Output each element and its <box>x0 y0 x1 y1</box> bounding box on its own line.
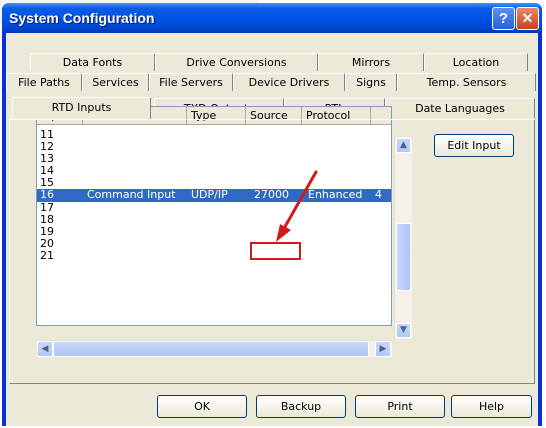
tab-device-drivers[interactable]: Device Drivers <box>233 73 345 91</box>
help-button[interactable]: Help <box>451 395 532 418</box>
tab-temp-sensors[interactable]: Temp. Sensors <box>397 73 536 91</box>
title-bar[interactable]: System Configuration ? ✕ <box>2 3 542 33</box>
tab-file-paths[interactable]: File Paths <box>6 73 82 91</box>
tab-rtd-inputs[interactable]: RTD Inputs <box>12 97 151 119</box>
source-highlight-box <box>250 242 301 260</box>
tab-date-languages[interactable]: Date Languages <box>385 98 535 118</box>
tab-services[interactable]: Services <box>82 73 149 91</box>
tab-drive-conversions[interactable]: Drive Conversions <box>155 53 318 71</box>
annotation-arrow-icon <box>276 170 318 242</box>
ok-button[interactable]: OK <box>157 395 247 418</box>
print-button[interactable]: Print <box>355 395 445 418</box>
tab-signs[interactable]: Signs <box>345 73 397 91</box>
close-icon[interactable]: ✕ <box>516 7 539 30</box>
tab-mirrors[interactable]: Mirrors <box>318 53 424 71</box>
backup-button[interactable]: Backup <box>256 395 346 418</box>
help-icon[interactable]: ? <box>492 7 515 30</box>
tab-data-fonts[interactable]: Data Fonts <box>30 53 155 71</box>
tab-file-servers[interactable]: File Servers <box>149 73 233 91</box>
window-title: System Configuration <box>9 10 155 26</box>
tab-location[interactable]: Location <box>424 53 528 71</box>
